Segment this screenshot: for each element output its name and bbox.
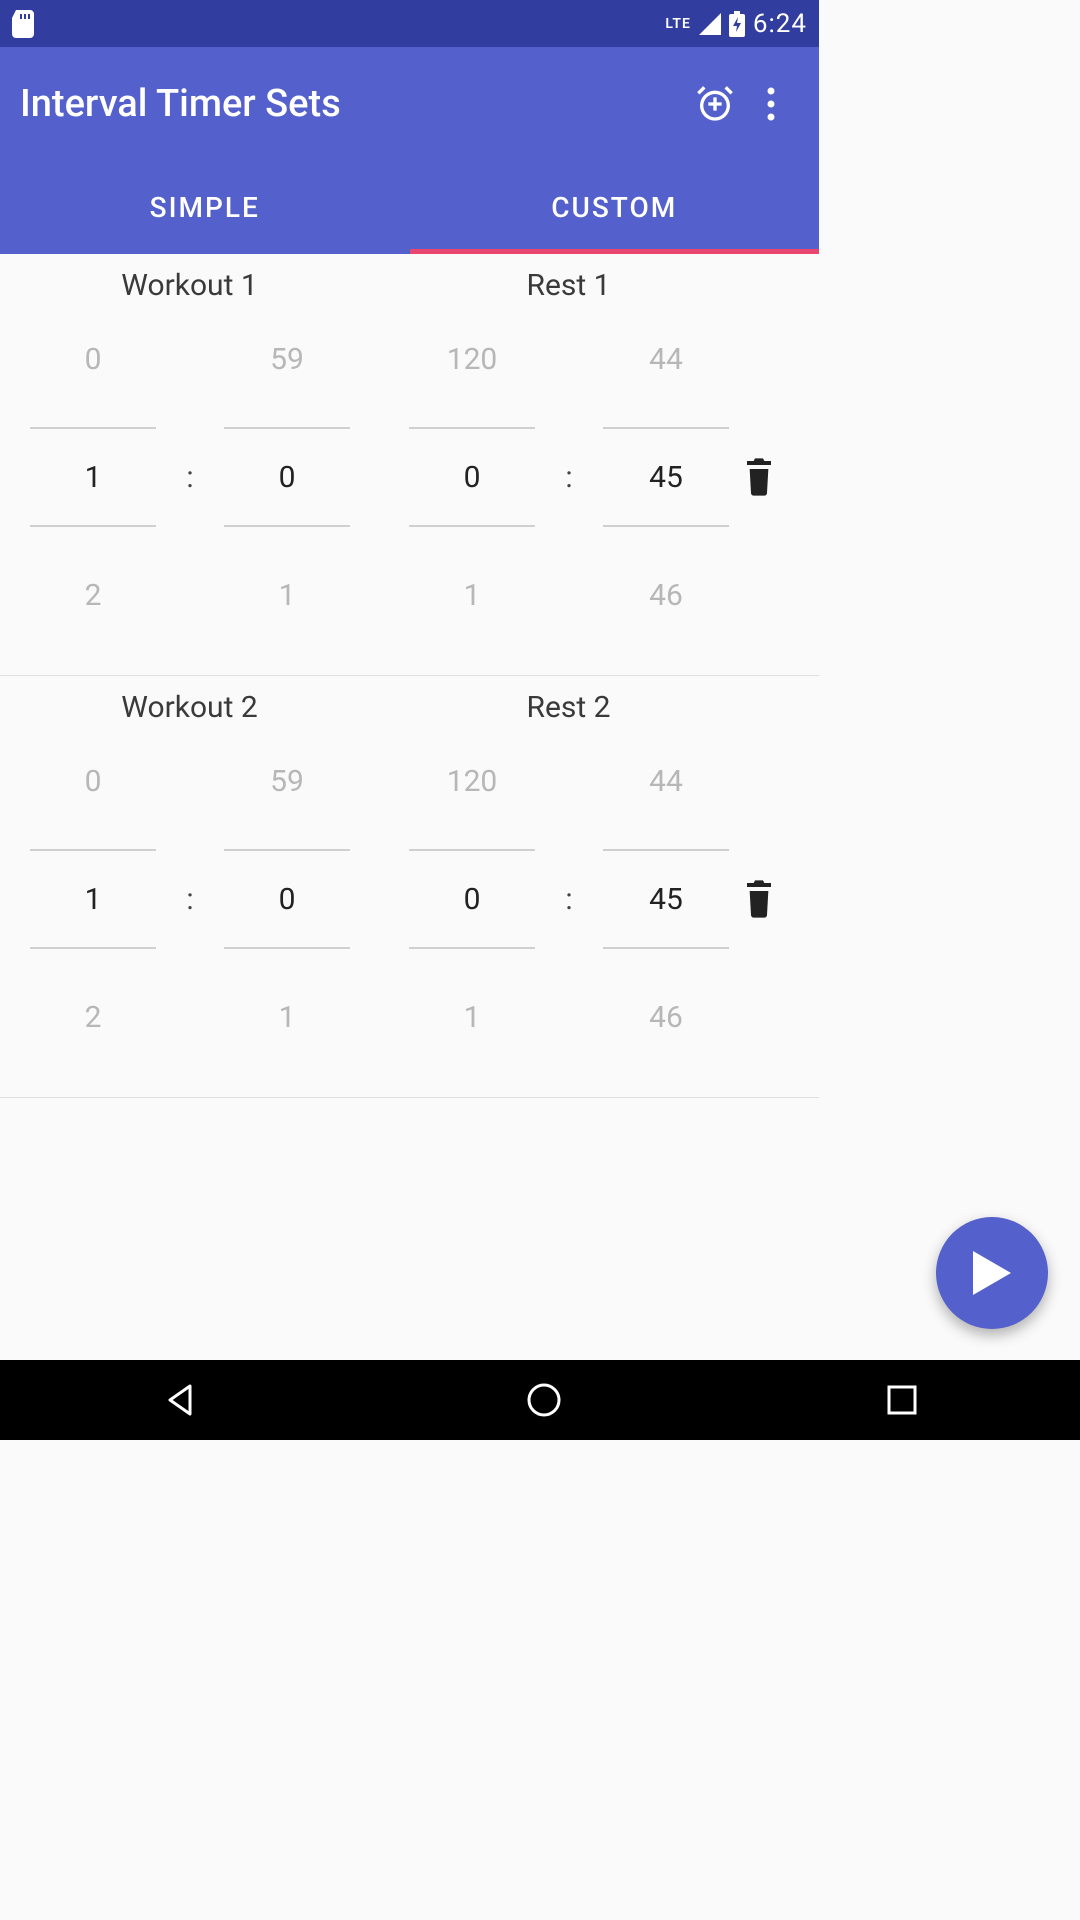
picker-below: 46 [603, 967, 729, 1067]
time-separator: : [535, 882, 603, 917]
add-alarm-button[interactable] [687, 76, 743, 132]
workout-label: Workout 1 [0, 268, 379, 303]
workout-label: Workout 2 [0, 690, 379, 725]
picker-above: 59 [224, 309, 350, 409]
picker-value[interactable]: 0 [409, 849, 535, 949]
picker-below: 46 [603, 545, 729, 645]
picker-above: 44 [603, 309, 729, 409]
workout-sec-picker[interactable]: 59 0 1 [224, 731, 350, 1067]
rest-min-picker[interactable]: 120 0 1 [409, 731, 535, 1067]
picker-value[interactable]: 0 [224, 427, 350, 527]
tabs: SIMPLE CUSTOM [0, 160, 819, 254]
picker-below: 1 [409, 545, 535, 645]
picker-above: 0 [30, 731, 156, 831]
rest-sec-picker[interactable]: 44 45 46 [603, 731, 729, 1067]
status-bar: LTE 6:24 [0, 0, 819, 47]
picker-below: 1 [224, 967, 350, 1067]
android-nav-bar [0, 1360, 1080, 1440]
picker-above: 44 [603, 731, 729, 831]
set-block-1: Workout 1 Rest 1 0 1 2 : 59 0 1 120 [0, 254, 819, 676]
rest-min-picker[interactable]: 120 0 1 [409, 309, 535, 645]
signal-icon [699, 13, 721, 35]
rest-label: Rest 2 [379, 690, 758, 725]
picker-above: 120 [409, 309, 535, 409]
workout-min-picker[interactable]: 0 1 2 [30, 309, 156, 645]
tab-simple[interactable]: SIMPLE [0, 160, 410, 254]
picker-below: 2 [30, 967, 156, 1067]
picker-below: 2 [30, 545, 156, 645]
battery-charging-icon [729, 11, 745, 37]
picker-above: 120 [409, 731, 535, 831]
rest-label: Rest 1 [379, 268, 758, 303]
picker-value[interactable]: 1 [30, 427, 156, 527]
delete-set-button[interactable] [743, 458, 775, 496]
recents-button[interactable] [886, 1384, 918, 1416]
workout-min-picker[interactable]: 0 1 2 [30, 731, 156, 1067]
status-time: 6:24 [753, 9, 807, 39]
set-block-2: Workout 2 Rest 2 0 1 2 : 59 0 1 120 [0, 676, 819, 1098]
picker-above: 59 [224, 731, 350, 831]
sd-card-icon [12, 10, 34, 38]
picker-value[interactable]: 0 [409, 427, 535, 527]
app-bar: Interval Timer Sets [0, 47, 819, 160]
picker-value[interactable]: 0 [224, 849, 350, 949]
picker-above: 0 [30, 309, 156, 409]
time-separator: : [535, 460, 603, 495]
picker-below: 1 [409, 967, 535, 1067]
time-separator: : [156, 882, 224, 917]
rest-sec-picker[interactable]: 44 45 46 [603, 309, 729, 645]
picker-value[interactable]: 1 [30, 849, 156, 949]
overflow-menu-button[interactable] [743, 76, 799, 132]
play-icon [973, 1251, 1011, 1295]
content: Workout 1 Rest 1 0 1 2 : 59 0 1 120 [0, 254, 819, 1098]
back-button[interactable] [162, 1380, 202, 1420]
workout-sec-picker[interactable]: 59 0 1 [224, 309, 350, 645]
delete-set-button[interactable] [743, 880, 775, 918]
time-separator: : [156, 460, 224, 495]
play-fab[interactable] [936, 1217, 1048, 1329]
tab-custom[interactable]: CUSTOM [410, 160, 820, 254]
lte-icon: LTE [665, 16, 690, 32]
picker-below: 1 [224, 545, 350, 645]
picker-value[interactable]: 45 [603, 849, 729, 949]
picker-value[interactable]: 45 [603, 427, 729, 527]
home-button[interactable] [526, 1382, 562, 1418]
page-title: Interval Timer Sets [20, 82, 687, 126]
